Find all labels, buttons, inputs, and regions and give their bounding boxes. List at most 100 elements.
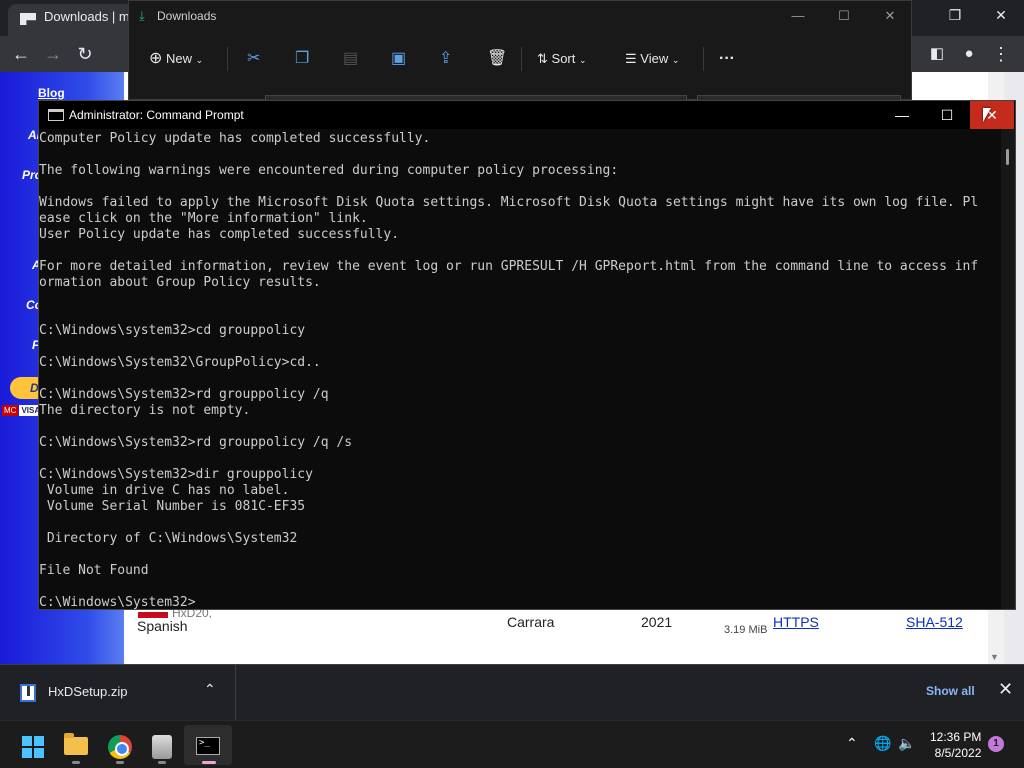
view-icon: ☰	[625, 51, 637, 66]
explorer-maximize-icon[interactable]: ☐	[821, 5, 867, 27]
mouse-cursor-icon	[983, 108, 991, 122]
download-https-link[interactable]: HTTPS	[773, 614, 819, 630]
download-item[interactable]: HxDSetup.zip ⌃	[0, 665, 236, 721]
zip-file-icon	[20, 684, 36, 702]
toolbar-divider	[227, 47, 228, 71]
share-icon: ⇪	[439, 50, 453, 67]
download-filename: HxDSetup.zip	[48, 684, 128, 699]
download-language: Spanish	[137, 618, 188, 634]
new-button[interactable]: ⊕ New ⌄	[149, 45, 203, 73]
file-explorer-window: ⤓ Downloads — ☐ ✕ ⊕ New ⌄ ✂ ❐ ▤ ▣ ⇪ 🗑 ⇅ …	[128, 0, 913, 103]
taskbar-chrome[interactable]	[100, 725, 140, 765]
browser-menu-icon[interactable]: ⋮	[986, 39, 1016, 69]
copy-icon: ❐	[295, 50, 310, 67]
cmd-output-line: The following warnings were encountered …	[39, 163, 619, 178]
back-icon[interactable]: ←	[6, 39, 36, 69]
view-button[interactable]: ☰ View ⌄	[625, 45, 679, 73]
volume-icon[interactable]: 🔈	[898, 735, 915, 752]
more-options-icon[interactable]: ···	[719, 45, 735, 73]
browser-restore-icon[interactable]: ❐	[932, 0, 978, 32]
toolbar-divider	[521, 47, 522, 71]
network-globe-icon[interactable]: 🌐	[874, 735, 891, 752]
profile-icon[interactable]: ●	[954, 39, 984, 69]
desktop: Downloads | mh ❐ ✕ ← → ↻ ◧ ● ⋮ Blog Ab P…	[0, 0, 1024, 768]
plus-circle-icon: ⊕	[149, 50, 163, 67]
notification-badge[interactable]: 1	[988, 736, 1004, 752]
cmd-output-line: C:\Windows\System32>rd grouppolicy /q /s	[39, 435, 353, 450]
download-sha512-link[interactable]: SHA-512	[906, 614, 963, 630]
taskbar-setup[interactable]	[142, 725, 182, 765]
cmd-maximize-icon[interactable]: ☐	[925, 101, 969, 129]
chevron-down-icon: ⌄	[579, 55, 587, 65]
copy-button[interactable]: ❐	[295, 45, 309, 73]
download-size: 3.19 MiB	[724, 624, 768, 636]
explorer-close-icon[interactable]: ✕	[867, 5, 913, 27]
taskbar-command-prompt[interactable]	[184, 725, 232, 765]
cmd-output-line: C:\Windows\System32>rd grouppolicy /q	[39, 387, 329, 402]
site-favicon-icon	[20, 13, 36, 25]
cut-button[interactable]: ✂	[247, 45, 260, 73]
new-label: New	[166, 51, 193, 66]
cmd-output-line: ease click on the "More information" lin…	[39, 211, 368, 226]
paste-icon: ▤	[343, 50, 359, 67]
forward-icon[interactable]: →	[38, 39, 68, 69]
share-button[interactable]: ⇪	[439, 45, 452, 73]
browser-close-icon[interactable]: ✕	[978, 0, 1024, 32]
cmd-titlebar[interactable]: Administrator: Command Prompt — ☐ ✕	[39, 101, 1015, 129]
download-author: Carrara	[507, 614, 555, 630]
rename-button[interactable]: ▣	[391, 45, 406, 73]
cmd-output-line: ormation about Group Policy results.	[39, 275, 321, 290]
browser-tab-title: Downloads | mh	[44, 9, 137, 24]
running-indicator	[158, 761, 166, 764]
cmd-output-line: C:\Windows\System32\GroupPolicy>cd..	[39, 355, 321, 370]
explorer-title: Downloads	[157, 9, 217, 23]
download-arrow-icon: ⤓	[139, 8, 145, 23]
running-indicator	[116, 761, 124, 764]
sort-label: Sort	[551, 51, 576, 66]
rename-icon: ▣	[391, 50, 407, 67]
cmd-output-line: C:\Windows\System32>	[39, 595, 196, 609]
downloads-bar: HxDSetup.zip ⌃ Show all ✕	[0, 664, 1024, 721]
show-hidden-icons-chevron-icon[interactable]: ⌃	[846, 735, 858, 752]
cmd-scrollbar[interactable]	[1001, 129, 1015, 609]
view-label: View	[640, 51, 669, 66]
mastercard-icon: MC	[2, 405, 19, 416]
download-year: 2021	[641, 614, 673, 630]
close-downloads-bar-icon[interactable]: ✕	[998, 679, 1013, 700]
clock-date: 8/5/2022	[934, 746, 982, 760]
terminal-icon	[196, 737, 220, 755]
explorer-minimize-icon[interactable]: —	[775, 5, 821, 27]
running-indicator	[72, 761, 80, 764]
trash-icon: 🗑	[487, 50, 508, 67]
setup-installer-icon	[152, 735, 172, 759]
cmd-app-icon	[48, 109, 64, 121]
cmd-output-line: Directory of C:\Windows\System32	[39, 531, 298, 546]
cmd-output-line: File Not Found	[39, 563, 149, 578]
folder-icon	[64, 733, 88, 755]
cmd-console-output[interactable]: Computer Policy update has completed suc…	[39, 129, 1001, 609]
chevron-up-icon[interactable]: ⌃	[204, 681, 216, 698]
side-panel-icon[interactable]: ◧	[922, 39, 952, 69]
cmd-minimize-icon[interactable]: —	[880, 101, 924, 129]
cmd-output-line: C:\Windows\System32>dir grouppolicy	[39, 467, 313, 482]
delete-button[interactable]: 🗑	[487, 45, 507, 73]
cmd-close-icon[interactable]: ✕	[970, 101, 1014, 129]
cmd-scroll-thumb[interactable]	[1006, 149, 1009, 165]
taskbar: ⌃ 🌐 🔈 12:36 PM 8/5/2022 1	[0, 720, 1024, 768]
payment-cards: MC VISA	[2, 405, 43, 416]
cmd-output-line: For more detailed information, review th…	[39, 259, 979, 274]
cmd-output-line: The directory is not empty.	[39, 403, 251, 418]
browser-tab[interactable]: Downloads | mh	[8, 4, 138, 36]
cmd-output-line: C:\Windows\system32>cd grouppolicy	[39, 323, 306, 338]
clock-time: 12:36 PM	[930, 730, 982, 744]
start-button[interactable]	[12, 725, 52, 765]
show-all-button[interactable]: Show all	[926, 684, 975, 698]
reload-icon[interactable]: ↻	[70, 39, 100, 69]
scroll-down-icon[interactable]: ▼	[990, 652, 999, 662]
system-clock[interactable]: 12:36 PM 8/5/2022	[930, 729, 981, 761]
sort-button[interactable]: ⇅ Sort ⌄	[537, 45, 587, 73]
paste-button[interactable]: ▤	[343, 45, 358, 73]
taskbar-file-explorer[interactable]	[56, 725, 96, 765]
cmd-output-line: User Policy update has completed success…	[39, 227, 400, 242]
command-prompt-window: Administrator: Command Prompt — ☐ ✕ Comp…	[38, 100, 1016, 610]
